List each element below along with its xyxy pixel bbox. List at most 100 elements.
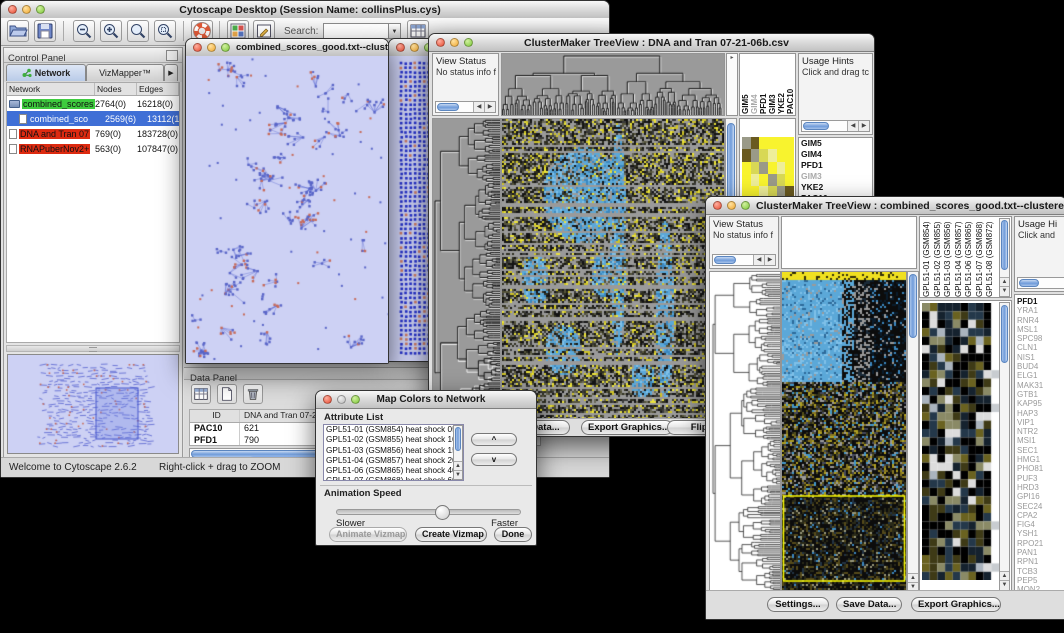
- zoom-heatmap-canvas[interactable]: [922, 303, 999, 580]
- matrix-cell[interactable]: [751, 174, 760, 186]
- new-attribute-button[interactable]: [217, 384, 237, 404]
- attribute-item[interactable]: GPL51-06 (GSM865) heat shock 40 min: [324, 466, 453, 476]
- gene-label[interactable]: BUD4: [1015, 362, 1064, 371]
- scroll-thumb[interactable]: [455, 427, 461, 451]
- tv1-heatmap[interactable]: [501, 118, 725, 421]
- matrix-cell[interactable]: [759, 174, 768, 186]
- attribute-item[interactable]: GPL51-03 (GSM856) heat shock 15 min: [324, 446, 453, 456]
- close-icon[interactable]: [8, 5, 17, 14]
- dialog-title-bar[interactable]: Map Colors to Network: [316, 391, 536, 409]
- attribute-item[interactable]: GPL51-02 (GSM855) heat shock 10 min: [324, 435, 453, 445]
- zoom-window-icon[interactable]: [351, 395, 360, 404]
- row-dendrogram-canvas[interactable]: [710, 272, 780, 592]
- matrix-cell[interactable]: [768, 174, 777, 186]
- tv2-title-bar[interactable]: ClusterMaker TreeView : combined_scores_…: [706, 197, 1064, 215]
- gene-label[interactable]: SEC1: [1015, 446, 1064, 455]
- network-list-row[interactable]: combined_sco2569(6)13112(15): [7, 111, 179, 126]
- gene-label[interactable]: PUF3: [1015, 474, 1064, 483]
- close-icon[interactable]: [396, 43, 405, 52]
- matrix-cell[interactable]: [742, 162, 751, 174]
- close-icon[interactable]: [193, 43, 202, 52]
- matrix-cell[interactable]: [777, 162, 786, 174]
- zoom-out-button[interactable]: [73, 20, 95, 42]
- save-session-button[interactable]: [34, 20, 56, 42]
- matrix-cell[interactable]: [785, 149, 794, 161]
- birdseye-view[interactable]: [7, 354, 179, 454]
- matrix-cell[interactable]: [742, 174, 751, 186]
- matrix-cell[interactable]: [759, 137, 768, 149]
- matrix-cell[interactable]: [768, 162, 777, 174]
- gene-label[interactable]: PFD1: [1015, 297, 1064, 306]
- scroll-down-icon[interactable]: ▼: [1000, 580, 1009, 590]
- gene-label[interactable]: TCB3: [1015, 567, 1064, 576]
- gene-label[interactable]: VIP1: [1015, 418, 1064, 427]
- gene-label[interactable]: RPN1: [1015, 557, 1064, 566]
- gene-label[interactable]: MSI1: [1015, 436, 1064, 445]
- gene-label[interactable]: YSH1: [1015, 529, 1064, 538]
- attribute-list[interactable]: GPL51-01 (GSM854) heat shock 05 minGPL51…: [323, 424, 464, 481]
- save-data-button[interactable]: Save Data...: [836, 597, 902, 612]
- network-canvas-1[interactable]: [186, 56, 388, 363]
- settings-button[interactable]: Settings...: [767, 597, 829, 612]
- matrix-cell[interactable]: [742, 149, 751, 161]
- gene-label[interactable]: CPA2: [1015, 511, 1064, 520]
- gene-label[interactable]: HAP3: [1015, 409, 1064, 418]
- usage-hints-hscrollbar[interactable]: [1017, 277, 1064, 289]
- minimize-icon[interactable]: [410, 43, 419, 52]
- zoom-selected-button[interactable]: [154, 20, 176, 42]
- scroll-down-icon[interactable]: ▼: [454, 470, 462, 479]
- move-down-button[interactable]: v: [471, 453, 517, 466]
- matrix-cell[interactable]: [768, 137, 777, 149]
- gene-label[interactable]: MAK31: [1015, 381, 1064, 390]
- panel-splitter[interactable]: [6, 345, 180, 352]
- matrix-cell[interactable]: [751, 149, 760, 161]
- gene-label[interactable]: NIS1: [1015, 353, 1064, 362]
- tab-overflow-arrow[interactable]: ▶: [164, 64, 178, 81]
- scroll-thumb[interactable]: [714, 256, 736, 264]
- col-nodes[interactable]: Nodes: [95, 83, 137, 95]
- tv2-zoom-vscrollbar[interactable]: ▲ ▼: [999, 302, 1010, 591]
- minimize-icon[interactable]: [22, 5, 31, 14]
- scroll-down-icon[interactable]: ▼: [1000, 286, 1009, 296]
- search-input[interactable]: [323, 23, 389, 39]
- create-vizmap-button[interactable]: Create Vizmap: [415, 527, 487, 542]
- scroll-thumb[interactable]: [1001, 220, 1008, 270]
- open-session-button[interactable]: [7, 20, 29, 42]
- scroll-right-icon[interactable]: ▶: [764, 255, 775, 265]
- zoom-window-icon[interactable]: [741, 201, 750, 210]
- gene-label[interactable]: HRD3: [1015, 483, 1064, 492]
- dna-heatmap-canvas[interactable]: [502, 119, 724, 420]
- animation-speed-slider[interactable]: [336, 509, 521, 515]
- matrix-cell[interactable]: [785, 162, 794, 174]
- gene-label[interactable]: RNR4: [1015, 316, 1064, 325]
- gene-label[interactable]: ELG1: [1015, 371, 1064, 380]
- move-up-button[interactable]: ^: [471, 433, 517, 446]
- gene-label[interactable]: YRA1: [1015, 306, 1064, 315]
- net1-title-bar[interactable]: combined_scores_good.txt--cluste...: [186, 39, 388, 57]
- zoom-window-icon[interactable]: [464, 38, 473, 47]
- scroll-right-icon[interactable]: ▶: [484, 102, 495, 112]
- attribute-item[interactable]: GPL51-07 (GSM868) heat shock 60 min: [324, 476, 453, 481]
- tv2-heatmap[interactable]: [781, 271, 907, 593]
- matrix-cell[interactable]: [759, 162, 768, 174]
- matrix-cell[interactable]: [777, 149, 786, 161]
- matrix-cell[interactable]: [759, 149, 768, 161]
- close-icon[interactable]: [323, 395, 332, 404]
- gene-label[interactable]: KAP95: [1015, 399, 1064, 408]
- tab-network[interactable]: Network: [6, 64, 86, 81]
- done-button[interactable]: Done: [494, 527, 532, 542]
- zoom-window-icon[interactable]: [221, 43, 230, 52]
- matrix-cell[interactable]: [777, 174, 786, 186]
- gene-label[interactable]: MSL1: [1015, 325, 1064, 334]
- tab-vizmapper[interactable]: VizMapper™: [86, 64, 164, 81]
- network-list-row[interactable]: combined_scores2764(0)16218(0): [7, 96, 179, 111]
- zoom-fit-button[interactable]: [127, 20, 149, 42]
- tv1-arrow-strip[interactable]: ▸: [726, 53, 738, 116]
- attribute-item[interactable]: GPL51-04 (GSM857) heat shock 20 min: [324, 456, 453, 466]
- gene-label[interactable]: GPI16: [1015, 492, 1064, 501]
- minimize-icon[interactable]: [207, 43, 216, 52]
- close-icon[interactable]: [713, 201, 722, 210]
- tv2-column-dendrogram[interactable]: [781, 216, 917, 269]
- zoom-in-button[interactable]: [100, 20, 122, 42]
- zoom-window-icon[interactable]: [36, 5, 45, 14]
